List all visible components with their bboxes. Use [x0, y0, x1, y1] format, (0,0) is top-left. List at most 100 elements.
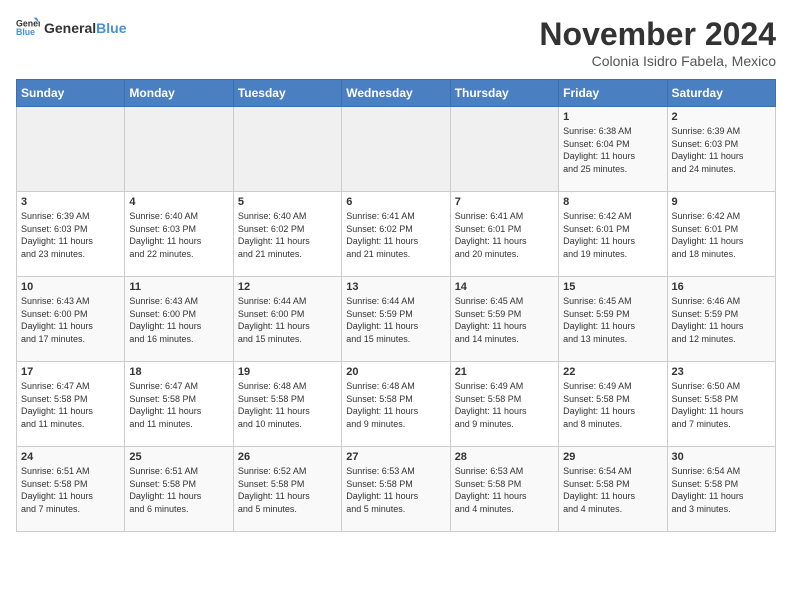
day-number: 17	[21, 366, 120, 378]
calendar-cell: 19 Sunrise: 6:48 AM Sunset: 5:58 PM Dayli…	[233, 362, 341, 447]
day-number: 27	[346, 451, 445, 463]
day-number: 9	[672, 196, 771, 208]
calendar-cell: 13 Sunrise: 6:44 AM Sunset: 5:59 PM Dayli…	[342, 277, 450, 362]
calendar-week-row: 17 Sunrise: 6:47 AM Sunset: 5:58 PM Dayli…	[17, 362, 776, 447]
calendar-cell: 28 Sunrise: 6:53 AM Sunset: 5:58 PM Dayli…	[450, 447, 558, 532]
day-number: 19	[238, 366, 337, 378]
day-info: Sunrise: 6:44 AM Sunset: 6:00 PM Dayligh…	[238, 295, 337, 345]
day-info: Sunrise: 6:49 AM Sunset: 5:58 PM Dayligh…	[455, 380, 554, 430]
calendar-cell: 1Sunrise: 6:38 AM Sunset: 6:04 PM Daylig…	[559, 107, 667, 192]
day-info: Sunrise: 6:47 AM Sunset: 5:58 PM Dayligh…	[129, 380, 228, 430]
calendar-cell: 16 Sunrise: 6:46 AM Sunset: 5:59 PM Dayli…	[667, 277, 775, 362]
day-info: Sunrise: 6:44 AM Sunset: 5:59 PM Dayligh…	[346, 295, 445, 345]
calendar-cell: 11 Sunrise: 6:43 AM Sunset: 6:00 PM Dayli…	[125, 277, 233, 362]
day-number: 29	[563, 451, 662, 463]
calendar-cell	[450, 107, 558, 192]
calendar-cell: 12 Sunrise: 6:44 AM Sunset: 6:00 PM Dayli…	[233, 277, 341, 362]
day-info: Sunrise: 6:39 AM Sunset: 6:03 PM Dayligh…	[672, 125, 771, 175]
day-number: 10	[21, 281, 120, 293]
col-header-sunday: Sunday	[17, 80, 125, 107]
day-info: Sunrise: 6:48 AM Sunset: 5:58 PM Dayligh…	[238, 380, 337, 430]
month-title: November 2024	[539, 16, 776, 53]
day-number: 22	[563, 366, 662, 378]
calendar-cell: 30 Sunrise: 6:54 AM Sunset: 5:58 PM Dayli…	[667, 447, 775, 532]
col-header-saturday: Saturday	[667, 80, 775, 107]
day-info: Sunrise: 6:49 AM Sunset: 5:58 PM Dayligh…	[563, 380, 662, 430]
day-number: 8	[563, 196, 662, 208]
logo-icon: General Blue	[16, 16, 40, 40]
calendar-cell: 10 Sunrise: 6:43 AM Sunset: 6:00 PM Dayli…	[17, 277, 125, 362]
calendar-cell: 8 Sunrise: 6:42 AM Sunset: 6:01 PM Daylig…	[559, 192, 667, 277]
day-number: 2	[672, 111, 771, 123]
day-number: 18	[129, 366, 228, 378]
day-info: Sunrise: 6:53 AM Sunset: 5:58 PM Dayligh…	[455, 465, 554, 515]
calendar-cell: 21 Sunrise: 6:49 AM Sunset: 5:58 PM Dayli…	[450, 362, 558, 447]
logo-general-text: General	[44, 20, 96, 36]
calendar-cell	[125, 107, 233, 192]
day-info: Sunrise: 6:40 AM Sunset: 6:03 PM Dayligh…	[129, 210, 228, 260]
day-info: Sunrise: 6:52 AM Sunset: 5:58 PM Dayligh…	[238, 465, 337, 515]
day-info: Sunrise: 6:41 AM Sunset: 6:02 PM Dayligh…	[346, 210, 445, 260]
header: General Blue GeneralBlue November 2024 C…	[16, 16, 776, 69]
day-number: 23	[672, 366, 771, 378]
calendar-cell: 27 Sunrise: 6:53 AM Sunset: 5:58 PM Dayli…	[342, 447, 450, 532]
day-info: Sunrise: 6:48 AM Sunset: 5:58 PM Dayligh…	[346, 380, 445, 430]
calendar-cell: 5Sunrise: 6:40 AM Sunset: 6:02 PM Daylig…	[233, 192, 341, 277]
calendar-cell	[342, 107, 450, 192]
calendar-week-row: 3 Sunrise: 6:39 AM Sunset: 6:03 PM Daylig…	[17, 192, 776, 277]
title-area: November 2024 Colonia Isidro Fabela, Mex…	[539, 16, 776, 69]
calendar-cell: 24 Sunrise: 6:51 AM Sunset: 5:58 PM Dayli…	[17, 447, 125, 532]
day-number: 28	[455, 451, 554, 463]
day-number: 26	[238, 451, 337, 463]
day-info: Sunrise: 6:47 AM Sunset: 5:58 PM Dayligh…	[21, 380, 120, 430]
logo: General Blue GeneralBlue	[16, 16, 126, 40]
calendar-cell: 9Sunrise: 6:42 AM Sunset: 6:01 PM Daylig…	[667, 192, 775, 277]
day-info: Sunrise: 6:54 AM Sunset: 5:58 PM Dayligh…	[672, 465, 771, 515]
calendar-cell: 26 Sunrise: 6:52 AM Sunset: 5:58 PM Dayli…	[233, 447, 341, 532]
day-info: Sunrise: 6:54 AM Sunset: 5:58 PM Dayligh…	[563, 465, 662, 515]
day-info: Sunrise: 6:39 AM Sunset: 6:03 PM Dayligh…	[21, 210, 120, 260]
calendar-cell	[233, 107, 341, 192]
day-number: 12	[238, 281, 337, 293]
calendar-week-row: 24 Sunrise: 6:51 AM Sunset: 5:58 PM Dayli…	[17, 447, 776, 532]
day-number: 13	[346, 281, 445, 293]
day-number: 15	[563, 281, 662, 293]
calendar-cell: 15Sunrise: 6:45 AM Sunset: 5:59 PM Dayli…	[559, 277, 667, 362]
day-info: Sunrise: 6:40 AM Sunset: 6:02 PM Dayligh…	[238, 210, 337, 260]
location-title: Colonia Isidro Fabela, Mexico	[539, 53, 776, 69]
day-number: 20	[346, 366, 445, 378]
day-number: 25	[129, 451, 228, 463]
svg-text:Blue: Blue	[16, 27, 35, 37]
logo-blue-text: Blue	[96, 20, 126, 36]
day-info: Sunrise: 6:53 AM Sunset: 5:58 PM Dayligh…	[346, 465, 445, 515]
day-number: 1	[563, 111, 662, 123]
col-header-friday: Friday	[559, 80, 667, 107]
day-info: Sunrise: 6:43 AM Sunset: 6:00 PM Dayligh…	[129, 295, 228, 345]
col-header-wednesday: Wednesday	[342, 80, 450, 107]
calendar-cell: 3 Sunrise: 6:39 AM Sunset: 6:03 PM Daylig…	[17, 192, 125, 277]
calendar-cell: 25 Sunrise: 6:51 AM Sunset: 5:58 PM Dayli…	[125, 447, 233, 532]
day-info: Sunrise: 6:46 AM Sunset: 5:59 PM Dayligh…	[672, 295, 771, 345]
day-number: 21	[455, 366, 554, 378]
day-number: 11	[129, 281, 228, 293]
calendar-table: SundayMondayTuesdayWednesdayThursdayFrid…	[16, 79, 776, 532]
calendar-cell	[17, 107, 125, 192]
day-info: Sunrise: 6:43 AM Sunset: 6:00 PM Dayligh…	[21, 295, 120, 345]
day-number: 3	[21, 196, 120, 208]
calendar-week-row: 1Sunrise: 6:38 AM Sunset: 6:04 PM Daylig…	[17, 107, 776, 192]
day-info: Sunrise: 6:42 AM Sunset: 6:01 PM Dayligh…	[563, 210, 662, 260]
day-number: 4	[129, 196, 228, 208]
day-number: 24	[21, 451, 120, 463]
col-header-monday: Monday	[125, 80, 233, 107]
calendar-cell: 7Sunrise: 6:41 AM Sunset: 6:01 PM Daylig…	[450, 192, 558, 277]
day-number: 30	[672, 451, 771, 463]
day-info: Sunrise: 6:50 AM Sunset: 5:58 PM Dayligh…	[672, 380, 771, 430]
calendar-cell: 29 Sunrise: 6:54 AM Sunset: 5:58 PM Dayli…	[559, 447, 667, 532]
calendar-cell: 2 Sunrise: 6:39 AM Sunset: 6:03 PM Daylig…	[667, 107, 775, 192]
day-number: 6	[346, 196, 445, 208]
day-number: 16	[672, 281, 771, 293]
col-header-thursday: Thursday	[450, 80, 558, 107]
calendar-cell: 20 Sunrise: 6:48 AM Sunset: 5:58 PM Dayli…	[342, 362, 450, 447]
day-info: Sunrise: 6:51 AM Sunset: 5:58 PM Dayligh…	[129, 465, 228, 515]
day-info: Sunrise: 6:51 AM Sunset: 5:58 PM Dayligh…	[21, 465, 120, 515]
